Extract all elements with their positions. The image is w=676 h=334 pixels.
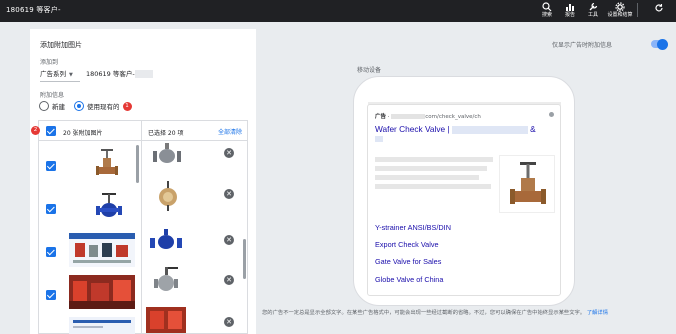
steel-valve-thumbnail [154,267,178,291]
red-pumps-thumbnail [69,275,135,309]
image-checkbox[interactable] [46,161,56,171]
add-to-label: 添加到 [40,59,59,66]
sitelink-4[interactable]: Globe Valve of China [375,275,443,284]
learn-more-link[interactable]: 了解详情 [587,310,608,316]
tools-label: 工具 [587,12,598,18]
ad-headline-text: Wafer Check Valve | [375,124,450,134]
refresh-icon [655,4,663,12]
gate-valve-thumbnail [96,149,118,175]
ad-display-url: 广告 · com/check_valve/ch [375,114,481,120]
sitelink-1[interactable]: Y-strainer ANSI/BS/DIN [375,223,451,232]
redacted-block [451,125,528,134]
device-label: 移动设备 [357,67,382,74]
available-scrollbar[interactable] [136,145,139,183]
radio-new[interactable] [39,101,49,111]
reports-button[interactable]: 报告 [559,2,581,19]
ad-headline-suffix: & [530,124,536,134]
globe-valve-thumbnail [96,193,122,217]
ad-description-line [375,184,491,189]
search-icon [542,2,552,12]
remove-image-button[interactable]: ✕ [224,235,234,245]
ad-extension-image [499,155,555,213]
settings-label: 设置和结算 [607,12,633,18]
available-images-column [39,141,142,334]
settings-icon [615,2,625,12]
settings-button[interactable]: 设置和结算 [607,2,633,19]
account-title: 180619 等客户- [6,6,61,14]
available-header: 20 张附加图片 [39,121,142,141]
select-all-checkbox[interactable] [46,126,56,136]
extension-source-radios: 新建 使用现有的 1 [39,101,132,111]
remove-image-button[interactable]: ✕ [224,189,234,199]
ad-description-line [375,157,493,162]
catalog-thumbnail [69,317,135,334]
flanged-valve-thumbnail [153,143,181,163]
wafer-valve-thumbnail [159,181,177,211]
redacted-block [375,136,383,142]
selected-count: 已选择 20 项 [148,130,184,137]
sitelink-3[interactable]: Gate Valve for Sales [375,257,441,266]
search-label: 搜索 [541,12,552,18]
selected-images-column: ✕ ✕ ✕ ✕ ✕ [142,141,248,334]
blue-ball-valve-thumbnail [150,229,182,249]
extensions-toggle[interactable] [651,38,668,50]
gate-valve-image [510,162,546,204]
remove-image-button[interactable]: ✕ [224,148,234,158]
red-equipment-thumbnail [146,307,186,333]
level-dropdown[interactable]: 广告系列 ▼ [40,68,80,82]
image-checkbox[interactable] [46,290,56,300]
disclaimer-text: 您的广告不一定总是显示全部文字。在某些广告格式中，可能会出现一些经过截断的省略。… [262,310,586,316]
step-badge-1: 1 [122,101,132,111]
ad-url-text: com/check_valve/ch [425,114,481,120]
editor-title: 添加附加图片 [40,41,82,49]
report-icon [566,4,574,11]
radio-existing-label: 使用现有的 [87,103,120,111]
image-checkbox[interactable] [46,247,56,257]
top-bar: 180619 等客户- 搜索 报告 工具 设置和结算 [0,0,676,22]
radio-new-label: 新建 [52,103,65,111]
search-button[interactable]: 搜索 [536,2,558,19]
account-selector[interactable]: 180619 等客户- [86,68,153,78]
tools-icon [589,2,598,11]
redacted-block [134,70,153,78]
selected-header: 已选择 20 项 全部清除 [142,121,248,141]
valve-banner-thumbnail [69,233,135,267]
ad-description-line [375,175,479,180]
image-selection-list: 2 20 张附加图片 已选择 20 项 全部清除 ✕ ✕ ✕ ✕ ✕ [31,120,248,334]
remove-image-button[interactable]: ✕ [224,275,234,285]
radio-use-existing[interactable] [74,101,84,111]
sitelink-2[interactable]: Export Check Valve [375,240,439,249]
refresh-button[interactable] [648,3,670,13]
preview-disclaimer: 您的广告不一定总是显示全部文字。在某些广告格式中，可能会出现一些经过截断的省略。… [262,308,608,316]
topbar-divider [637,3,638,17]
selected-scrollbar[interactable] [243,239,246,279]
account-value: 180619 等客户- [86,70,135,78]
toggle-label: 仅显示广告时附加信息 [552,42,613,49]
clear-all-link[interactable]: 全部清除 [218,127,242,136]
ad-description-line [375,166,487,171]
ad-headline[interactable]: Wafer Check Valve | & [375,124,536,134]
redacted-block [391,114,426,119]
image-checkbox[interactable] [46,204,56,214]
ad-preview-card: 广告 · com/check_valve/ch Wafer Check Valv… [367,104,561,296]
image-extension-editor: 添加附加图片 添加到 广告系列 ▼ 180619 等客户- 附加信息 新建 使用现… [30,29,256,334]
extension-label: 附加信息 [40,92,65,99]
level-value: 广告系列 [40,70,66,78]
chevron-down-icon: ▼ [69,72,73,78]
ad-label: 广告 [375,114,387,120]
available-count: 20 张附加图片 [63,130,103,137]
remove-image-button[interactable]: ✕ [224,317,234,327]
reports-label: 报告 [564,12,575,18]
tools-button[interactable]: 工具 [582,2,604,19]
info-icon [549,112,554,117]
